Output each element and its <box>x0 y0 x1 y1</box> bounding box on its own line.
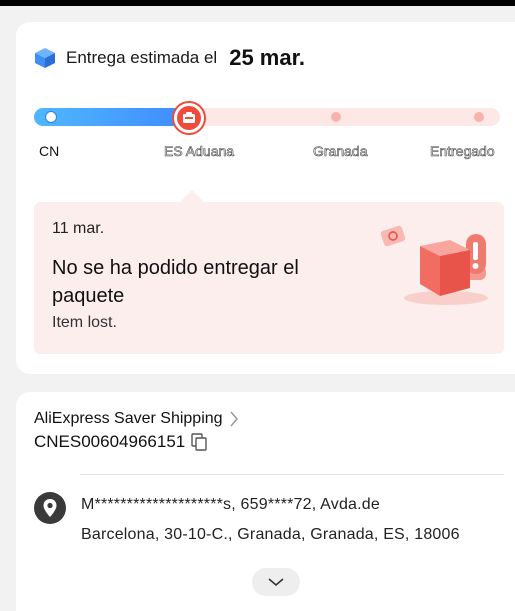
progress-dot-origin <box>45 111 57 123</box>
expand-button[interactable] <box>252 568 300 596</box>
progress-dot-granada <box>331 112 341 122</box>
divider <box>80 474 504 475</box>
notice-description: Item lost. <box>52 314 117 331</box>
address-line-2: Barcelona, 30-10-C., Granada, Granada, E… <box>81 526 460 543</box>
box-icon <box>35 48 55 68</box>
copy-icon[interactable] <box>191 433 207 451</box>
notice-pointer <box>180 190 204 202</box>
status-bar <box>0 0 515 6</box>
tracking-number: CNES00604966151 <box>34 432 186 451</box>
failed-delivery-illustration <box>380 225 488 305</box>
step-label-customs: ES Aduana <box>164 143 235 160</box>
step-label-delivered: Entregado <box>430 143 495 160</box>
address-line-1: M********************s, 659****72, Avda.… <box>81 496 380 513</box>
chevron-down-icon[interactable] <box>267 577 285 587</box>
progress-dot-current <box>174 103 204 133</box>
estimate-label: Entrega estimada el <box>66 48 218 67</box>
progress-dot-delivered <box>474 112 484 122</box>
progress-fill <box>34 108 189 126</box>
tracking-row: CNES00604966151 <box>34 432 207 452</box>
location-pin-icon <box>34 492 66 524</box>
estimate-date: 25 mar. <box>229 45 306 70</box>
chevron-right-icon[interactable] <box>229 410 239 428</box>
shipping-method-row[interactable]: AliExpress Saver Shipping <box>34 410 239 428</box>
notice-date: 11 mar. <box>52 220 105 237</box>
notice-title: No se ha podido entregar el paquete <box>52 257 299 307</box>
customs-icon <box>183 112 195 123</box>
delivery-estimate-row: Entrega estimada el 25 mar. <box>34 40 305 76</box>
shipping-method[interactable]: AliExpress Saver Shipping <box>34 410 223 428</box>
step-label-granada: Granada <box>313 143 368 160</box>
step-label-cn: CN <box>39 143 60 159</box>
